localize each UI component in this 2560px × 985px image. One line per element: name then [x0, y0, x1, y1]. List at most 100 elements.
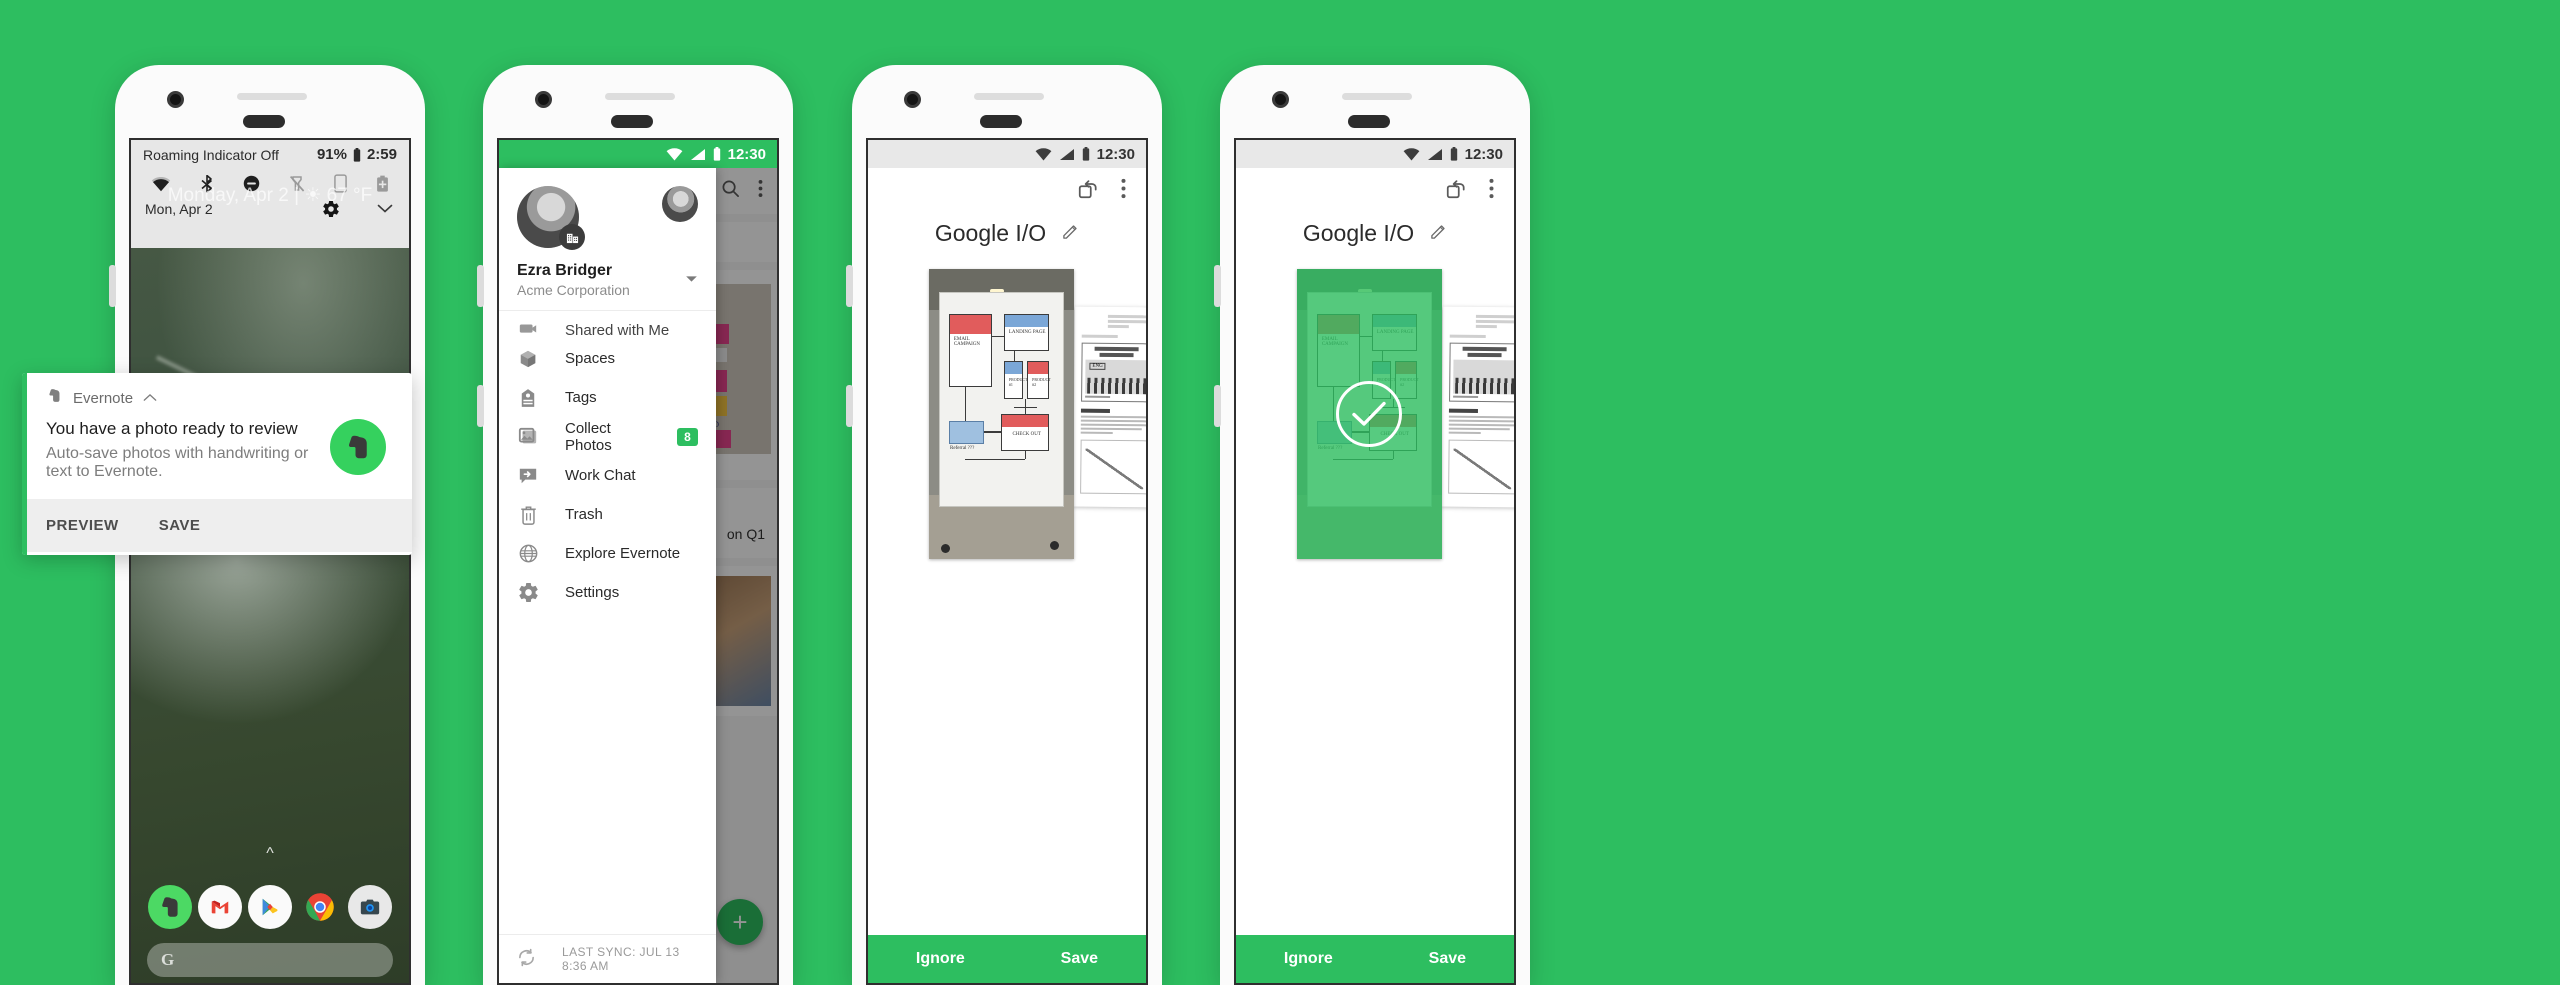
notification-large-icon[interactable] — [330, 419, 386, 475]
caret-down-icon[interactable] — [685, 258, 698, 288]
evernote-notification-card[interactable]: Evernote You have a photo ready to revie… — [22, 373, 412, 555]
cube-icon — [517, 349, 539, 369]
volume-button[interactable] — [846, 265, 853, 307]
diagram-box-check-out: CHECK OUT — [1001, 414, 1050, 451]
chrome-icon[interactable] — [298, 885, 342, 929]
bluetooth-icon[interactable] — [200, 174, 214, 193]
secondary-avatar[interactable] — [661, 186, 698, 222]
scan-toolbar — [1236, 168, 1514, 214]
chevron-up-icon[interactable] — [143, 389, 157, 407]
google-search-bar[interactable]: G — [147, 943, 393, 977]
connector — [984, 431, 1002, 433]
sync-icon — [517, 948, 536, 970]
diagram-box-product-2: PRODUCT #2 — [1027, 361, 1051, 400]
power-button[interactable] — [1214, 385, 1221, 427]
pencil-icon[interactable] — [1430, 223, 1447, 245]
volume-button[interactable] — [477, 265, 484, 307]
evernote-elephant-icon — [46, 387, 63, 409]
globe-icon — [517, 544, 539, 563]
connector — [964, 459, 1025, 461]
drawer-item-label: Explore Evernote — [565, 545, 681, 562]
sensor-bar — [980, 115, 1022, 128]
camera-icon[interactable] — [348, 885, 392, 929]
drawer-item-explore-evernote[interactable]: Explore Evernote — [499, 534, 716, 573]
flashlight-off-icon[interactable] — [289, 175, 305, 193]
more-vertical-icon[interactable] — [1489, 178, 1494, 204]
last-sync-row[interactable]: LAST SYNC: JUL 13 8:36 AM — [499, 934, 716, 983]
drawer-item-label: Settings — [565, 584, 620, 601]
side-document-thumbnail: ENG — [1072, 306, 1146, 508]
drawer-item-shared-with-me[interactable]: Shared with Me — [499, 313, 716, 339]
drawer-item-label: Collect Photos — [565, 419, 612, 454]
home-dock — [131, 885, 409, 929]
save-button[interactable]: Save — [1061, 950, 1098, 968]
drawer-item-work-chat[interactable]: Work Chat — [499, 456, 716, 495]
diagram-box-label: PRODUCT #1 — [1008, 377, 1028, 388]
date-text: Mon, Apr 2 — [145, 201, 213, 217]
drawer-item-collect-photos[interactable]: Collect Photos 8 — [499, 417, 716, 456]
diagram-box-label: EMAIL CAMPAIGN — [953, 336, 981, 347]
battery-icon — [713, 147, 721, 161]
google-g-icon: G — [161, 950, 175, 969]
volume-button[interactable] — [1214, 265, 1221, 307]
preview-button[interactable]: PREVIEW — [46, 517, 119, 534]
gear-icon[interactable] — [323, 201, 339, 217]
gear-icon — [517, 583, 539, 602]
drawer-item-spaces[interactable]: Spaces — [499, 339, 716, 378]
gmail-icon[interactable] — [198, 885, 242, 929]
power-button[interactable] — [477, 385, 484, 427]
app-drawer-chevron-up-icon[interactable]: ^ — [266, 845, 274, 863]
scan-action-bar: Ignore Save — [868, 935, 1146, 983]
check-icon — [1336, 381, 1403, 447]
do-not-disturb-icon[interactable] — [243, 175, 260, 192]
drawer-item-settings[interactable]: Settings — [499, 573, 716, 612]
drawer-account-header: Ezra Bridger Acme Corporation — [499, 168, 716, 311]
power-button[interactable] — [846, 385, 853, 427]
drawer-item-label: Trash — [565, 506, 603, 523]
phone-4-screen: 12:30 Google I/O Ignore Save — [1234, 138, 1516, 985]
pencil-icon[interactable] — [1062, 223, 1079, 245]
diagram-box-product-1: PRODUCT #1 — [1003, 361, 1027, 400]
avatar[interactable] — [517, 186, 585, 250]
whiteboard-photo[interactable]: EMAIL CAMPAIGN LANDING PAGE PRODUCT #1 — [1297, 269, 1442, 559]
account-name: Ezra Bridger — [517, 262, 613, 279]
rotate-icon[interactable] — [1077, 178, 1099, 205]
sensor-bar — [611, 115, 653, 128]
drawer-item-label: Shared with Me — [565, 322, 670, 339]
ignore-button[interactable]: Ignore — [916, 950, 965, 968]
drawer-item-tags[interactable]: Tags — [499, 378, 716, 417]
sensor-bar — [1348, 115, 1390, 128]
collect-photos-badge: 8 — [677, 427, 698, 446]
play-store-icon[interactable] — [248, 885, 292, 929]
battery-saver-icon[interactable] — [376, 175, 389, 193]
volume-button[interactable] — [109, 265, 116, 307]
signal-icon — [1059, 148, 1075, 161]
save-button[interactable]: SAVE — [159, 517, 201, 534]
chat-icon — [517, 466, 539, 486]
evernote-icon[interactable] — [148, 885, 192, 929]
wifi-icon — [666, 147, 683, 161]
whiteboard-photo[interactable]: EMAIL CAMPAIGN LANDING PAGE PRODUCT #1 — [929, 269, 1074, 559]
drawer-item-label: Work Chat — [565, 467, 636, 484]
quick-settings-footer: Mon, Apr 2 — [131, 199, 409, 225]
rotate-icon[interactable] — [1445, 178, 1467, 205]
wifi-icon — [1403, 147, 1420, 161]
chevron-down-icon[interactable] — [377, 204, 393, 214]
wifi-icon[interactable] — [151, 176, 171, 192]
save-button[interactable]: Save — [1429, 950, 1466, 968]
account-org: Acme Corporation — [517, 282, 630, 298]
more-vertical-icon[interactable] — [1121, 178, 1126, 204]
sensor-bar — [243, 115, 285, 128]
notification-header: Evernote — [22, 373, 412, 413]
quick-settings-statusbar: Roaming Indicator Off 91% 2:59 — [131, 140, 409, 165]
page-title: Google I/O — [1302, 220, 1415, 246]
ignore-button[interactable]: Ignore — [1284, 950, 1333, 968]
phone-1-screen: ^ G Monday, Apr 2 | ☀ 67 °F Roaming Indi… — [129, 138, 411, 985]
phone-2-device: 12:30 — MAP ERVIEW — [477, 65, 793, 985]
front-camera-icon — [167, 91, 184, 108]
whiteboard-surface: EMAIL CAMPAIGN LANDING PAGE PRODUCT #1 — [939, 292, 1064, 507]
phone-4-device: 12:30 Google I/O Ignore Save — [1214, 65, 1530, 985]
notification-app-name: Evernote — [73, 389, 134, 407]
drawer-item-trash[interactable]: Trash — [499, 495, 716, 534]
auto-rotate-icon[interactable] — [334, 174, 347, 193]
